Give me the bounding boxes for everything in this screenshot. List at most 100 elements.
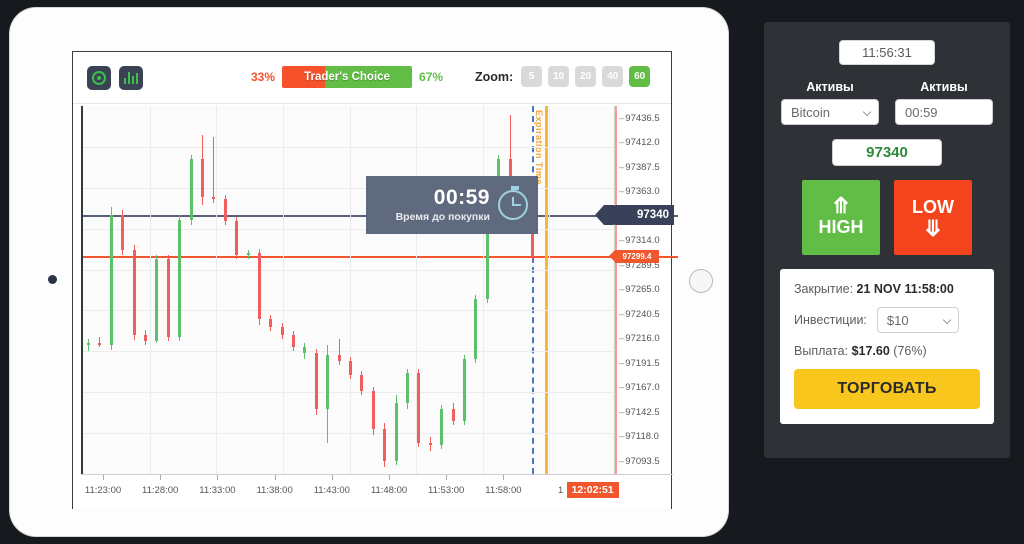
price-axis-tick: 97436.5 [619, 113, 659, 124]
price-axis-tick: 97412.0 [619, 137, 659, 148]
traders-choice-label: Trader's Choice [304, 71, 390, 83]
time-axis-tick: 11:53:00 [428, 485, 465, 496]
high-button[interactable]: ⤊ HIGH [802, 180, 880, 255]
gridline-vertical [482, 106, 484, 474]
direction-buttons: ⤊ HIGH LOW ⤋ [764, 180, 1010, 255]
chevron-down-icon [862, 107, 872, 117]
bar-chart-icon[interactable] [119, 65, 143, 90]
price-axis-tick: 97191.5 [619, 358, 659, 369]
time-axis-mark [160, 475, 162, 480]
candle-body [462, 359, 466, 421]
low-button[interactable]: LOW ⤋ [894, 180, 972, 255]
time-axis-mark [217, 475, 219, 480]
candle-body [87, 343, 90, 345]
expiration-time-line [545, 106, 548, 474]
investment-label: Инвестиции: [794, 313, 867, 327]
price-axis-strip [615, 106, 617, 474]
price-axis-tick: 97363.0 [619, 186, 659, 197]
price-axis-tick: 97314.0 [619, 235, 659, 246]
time-axis-tick: 11:38:00 [256, 485, 293, 496]
trade-button[interactable]: ТОРГОВАТЬ [794, 369, 980, 409]
price-axis-tick: 97240.5 [619, 309, 659, 320]
traders-choice-left-pct: 33% [251, 70, 276, 84]
investment-row: Инвестиции: $10 [794, 307, 980, 333]
gridline-horizontal [83, 392, 614, 394]
candle-wick [213, 137, 215, 203]
gridline-vertical [282, 106, 284, 474]
candle-body [166, 259, 170, 337]
payout-label: Выплата: [794, 344, 849, 358]
candle-wick [99, 337, 101, 347]
candle-body [406, 373, 409, 403]
candle-wick [338, 339, 340, 365]
candle-body [280, 327, 284, 335]
price-axis-tick: 97387.5 [619, 162, 659, 173]
price-axis-tick: 97216.0 [619, 333, 659, 344]
payout-row: Выплата: $17.60 (76%) [794, 344, 980, 358]
zoom-button-40[interactable]: 40 [602, 66, 624, 87]
chevron-down-icon: ⤋ [923, 216, 943, 242]
asset-select[interactable]: Bitcoin [781, 99, 879, 125]
asset-row: Активы Bitcoin Активы 00:59 [764, 80, 1010, 125]
purchase-countdown-tooltip: 00:59 Время до покупки [366, 176, 538, 234]
zoom-button-60[interactable]: 60 [629, 66, 651, 87]
chart-area: Expiration Time 00:59 Время до покупки 9… [73, 104, 678, 509]
candle-body [235, 221, 239, 255]
candle-wick [88, 339, 89, 351]
expiry-label: Закрытие: [794, 282, 854, 296]
stopwatch-icon [498, 186, 528, 220]
record-circle-icon[interactable] [87, 65, 111, 90]
time-axis-mark [103, 475, 104, 480]
zoom-controls: Zoom: 5 10 20 40 60 [475, 66, 651, 87]
trading-app-screen: 33% Trader's Choice 67% Zoom: 5 10 20 40 60 [72, 51, 678, 509]
gridline-vertical [149, 106, 151, 474]
candle-body [257, 253, 261, 319]
investment-select[interactable]: $10 [876, 307, 959, 333]
candle-body [371, 391, 375, 429]
time-axis: 11:23:00 11:28:00 11:33:00 11:38:00 11:43:00… [81, 474, 673, 507]
candle-body [200, 159, 204, 197]
zoom-button-10[interactable]: 10 [548, 66, 570, 87]
chevron-up-icon: ⤊ [831, 193, 851, 219]
time-axis-tick: 11:43:00 [313, 485, 350, 496]
zoom-label: Zoom: [475, 69, 514, 84]
candle-body [326, 355, 330, 409]
payout-pct: (76%) [893, 344, 927, 358]
gridline-horizontal [83, 310, 614, 312]
investment-value: $10 [886, 312, 909, 328]
chart-toolbar: 33% Trader's Choice 67% Zoom: 5 10 20 40 60 [73, 52, 671, 104]
candle-body [394, 403, 398, 461]
gridline-vertical [216, 106, 218, 474]
timer-label: Активы [920, 80, 968, 94]
candle-body [155, 259, 159, 341]
candle-body [383, 429, 387, 461]
zoom-button-5[interactable]: 5 [521, 66, 543, 87]
time-axis-mark [389, 475, 390, 480]
high-button-label: HIGH [818, 216, 864, 237]
candle-body [303, 347, 307, 353]
candle-body [223, 199, 227, 221]
timer-group: Активы 00:59 [895, 80, 993, 125]
payout-value: $17.60 [851, 344, 890, 358]
time-axis-tick: 11:23:00 [84, 485, 122, 496]
candlestick-plot[interactable]: Expiration Time [81, 106, 678, 474]
tablet-frame: 33% Trader's Choice 67% Zoom: 5 10 20 40 60 [10, 8, 728, 536]
price-axis-tick: 97118.0 [619, 431, 659, 442]
gridline-vertical [349, 106, 351, 474]
candle-body [143, 335, 147, 341]
zoom-button-20[interactable]: 20 [575, 66, 597, 87]
candle-body [451, 409, 455, 421]
candle-body [360, 375, 364, 391]
countdown-time: 00:59 [433, 185, 490, 209]
home-button[interactable] [689, 269, 713, 293]
candle-body [212, 197, 216, 199]
expiry-row: Закрытие: 21 NOV 11:58:00 [794, 282, 980, 296]
server-clock: 11:56:31 [839, 40, 935, 65]
candle-body [417, 373, 421, 443]
low-button-label: LOW [912, 197, 954, 218]
price-axis-tick: 97142.5 [619, 407, 659, 418]
candle-body [349, 361, 353, 375]
toolbar-icon-group [87, 65, 143, 90]
candle-body [132, 250, 136, 335]
bar-chart-glyph [123, 71, 139, 84]
